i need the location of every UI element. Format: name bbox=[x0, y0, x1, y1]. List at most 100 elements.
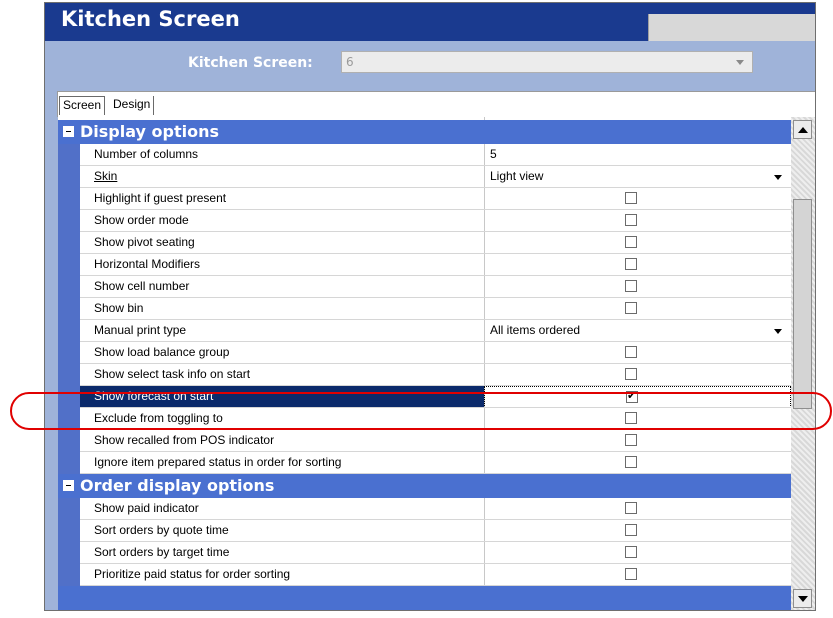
row-gutter bbox=[58, 320, 80, 342]
property-value-cell[interactable]: Light view bbox=[484, 166, 791, 188]
title-bar-box bbox=[648, 14, 815, 41]
property-label: Show forecast on start bbox=[94, 389, 214, 403]
checkbox[interactable] bbox=[625, 258, 637, 270]
checkbox[interactable] bbox=[625, 302, 637, 314]
dropdown-arrow-icon[interactable] bbox=[774, 329, 782, 334]
arrow-up-icon bbox=[798, 127, 808, 133]
checkbox[interactable] bbox=[625, 346, 637, 358]
dropdown-arrow-icon[interactable] bbox=[774, 175, 782, 180]
property-label: Show order mode bbox=[94, 213, 189, 227]
row-gutter bbox=[58, 342, 80, 364]
checkbox[interactable] bbox=[625, 434, 637, 446]
property-label: Manual print type bbox=[94, 323, 187, 337]
row-gutter bbox=[58, 408, 80, 430]
property-row[interactable]: Show bin bbox=[58, 298, 791, 320]
row-gutter bbox=[58, 298, 80, 320]
property-row[interactable]: Show load balance group bbox=[58, 342, 791, 364]
property-value-cell[interactable] bbox=[484, 520, 791, 542]
chevron-down-icon bbox=[736, 60, 744, 65]
property-value-cell[interactable] bbox=[484, 276, 791, 298]
property-label: Show recalled from POS indicator bbox=[94, 433, 275, 447]
checkbox[interactable] bbox=[625, 236, 637, 248]
property-value-cell[interactable]: All items ordered bbox=[484, 320, 791, 342]
property-row[interactable]: Show pivot seating bbox=[58, 232, 791, 254]
property-row[interactable]: Prioritize paid status for order sorting bbox=[58, 564, 791, 586]
property-value-cell[interactable] bbox=[484, 498, 791, 520]
property-value-cell[interactable] bbox=[484, 364, 791, 386]
vertical-scrollbar[interactable] bbox=[791, 117, 815, 610]
property-value-cell[interactable] bbox=[484, 188, 791, 210]
kitchen-screen-label: Kitchen Screen: bbox=[188, 55, 313, 71]
row-gutter bbox=[58, 254, 80, 276]
scroll-up-button[interactable] bbox=[793, 120, 812, 139]
property-row[interactable]: Show select task info on start bbox=[58, 364, 791, 386]
row-gutter bbox=[58, 364, 80, 386]
tab-design[interactable]: Design bbox=[110, 96, 155, 115]
property-value-cell[interactable] bbox=[484, 430, 791, 452]
property-label: Prioritize paid status for order sorting bbox=[94, 567, 291, 581]
collapse-icon[interactable] bbox=[63, 480, 74, 491]
row-gutter bbox=[58, 210, 80, 232]
property-label: Horizontal Modifiers bbox=[94, 257, 201, 271]
checkbox[interactable] bbox=[625, 568, 637, 580]
property-row[interactable]: Sort orders by target time bbox=[58, 542, 791, 564]
section-title: Display options bbox=[80, 122, 220, 141]
kitchen-screen-window: Kitchen Screen Kitchen Screen: 6 Screen … bbox=[44, 2, 816, 611]
property-row[interactable]: Ignore item prepared status in order for… bbox=[58, 452, 791, 474]
checkbox[interactable] bbox=[625, 546, 637, 558]
kitchen-screen-dropdown[interactable]: 6 bbox=[341, 51, 753, 73]
row-gutter bbox=[58, 498, 80, 520]
window-title: Kitchen Screen bbox=[61, 7, 240, 31]
property-value-cell[interactable] bbox=[484, 210, 791, 232]
property-value-cell[interactable] bbox=[484, 232, 791, 254]
property-row[interactable]: Number of columns 5 bbox=[58, 144, 791, 166]
property-row[interactable]: Skin Light view bbox=[58, 166, 791, 188]
property-row[interactable]: Highlight if guest present bbox=[58, 188, 791, 210]
property-value-cell[interactable] bbox=[484, 452, 791, 474]
checkbox[interactable] bbox=[625, 524, 637, 536]
checkbox-checked[interactable] bbox=[626, 389, 638, 403]
property-row[interactable]: Exclude from toggling to bbox=[58, 408, 791, 430]
checkbox[interactable] bbox=[625, 456, 637, 468]
property-row[interactable]: Manual print type All items ordered bbox=[58, 320, 791, 342]
collapse-icon[interactable] bbox=[63, 126, 74, 137]
property-row[interactable]: Show forecast on start bbox=[58, 386, 791, 408]
tab-screen[interactable]: Screen bbox=[59, 96, 106, 115]
checkbox[interactable] bbox=[625, 412, 637, 424]
row-gutter bbox=[58, 232, 80, 254]
section-header[interactable]: Order display options bbox=[58, 474, 791, 498]
property-row[interactable]: Horizontal Modifiers bbox=[58, 254, 791, 276]
kitchen-screen-selector-row: Kitchen Screen: 6 bbox=[45, 41, 815, 86]
checkbox[interactable] bbox=[625, 280, 637, 292]
property-value-cell[interactable]: 5 bbox=[484, 144, 791, 166]
property-value-cell[interactable] bbox=[484, 408, 791, 430]
property-row[interactable]: Show recalled from POS indicator bbox=[58, 430, 791, 452]
property-value-cell[interactable] bbox=[484, 298, 791, 320]
row-gutter bbox=[58, 386, 80, 408]
property-label: Skin bbox=[94, 169, 118, 183]
checkbox[interactable] bbox=[625, 192, 637, 204]
scrollbar-thumb[interactable] bbox=[793, 199, 812, 409]
property-label: Number of columns bbox=[94, 147, 199, 161]
property-row[interactable]: Show paid indicator bbox=[58, 498, 791, 520]
property-value-cell[interactable] bbox=[484, 342, 791, 364]
checkbox[interactable] bbox=[625, 214, 637, 226]
property-value: 5 bbox=[490, 147, 497, 161]
property-label: Ignore item prepared status in order for… bbox=[94, 455, 342, 469]
property-value-cell[interactable] bbox=[484, 542, 791, 564]
property-label: Show load balance group bbox=[94, 345, 230, 359]
row-gutter bbox=[58, 520, 80, 542]
property-value-cell[interactable] bbox=[484, 254, 791, 276]
scroll-down-button[interactable] bbox=[793, 589, 812, 608]
section-header-partial[interactable] bbox=[58, 586, 791, 610]
property-value-cell[interactable] bbox=[484, 564, 791, 586]
property-value-cell[interactable] bbox=[484, 386, 791, 408]
arrow-down-icon bbox=[798, 596, 808, 602]
section-header[interactable]: Display options bbox=[58, 120, 791, 144]
property-row[interactable]: Show cell number bbox=[58, 276, 791, 298]
section-title: Order display options bbox=[80, 476, 275, 495]
property-row[interactable]: Show order mode bbox=[58, 210, 791, 232]
checkbox[interactable] bbox=[625, 368, 637, 380]
property-row[interactable]: Sort orders by quote time bbox=[58, 520, 791, 542]
checkbox[interactable] bbox=[625, 502, 637, 514]
